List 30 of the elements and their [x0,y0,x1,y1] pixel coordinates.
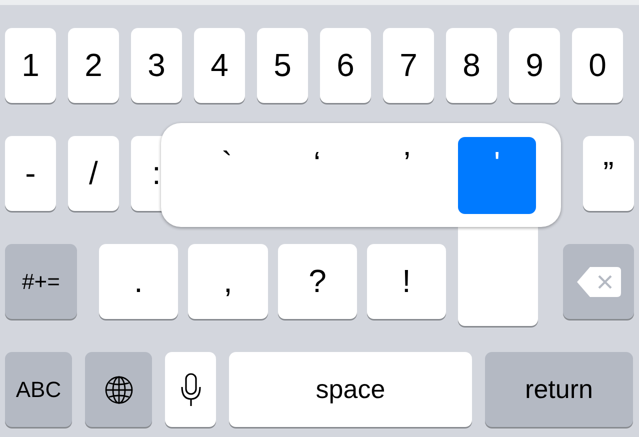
key[interactable]: ! [367,244,446,319]
popup-option[interactable]: ' [458,136,536,214]
key[interactable]: 5 [257,28,308,103]
popup-option[interactable]: ‘ [278,136,356,214]
globe-key[interactable] [85,352,152,427]
popup-option[interactable]: ’ [368,136,446,214]
key[interactable]: 1 [5,28,56,103]
abc-key[interactable]: ABC [5,352,72,427]
key[interactable]: 6 [320,28,371,103]
symbols-key[interactable]: #+= [5,244,77,319]
globe-icon [104,374,134,404]
key[interactable]: 0 [572,28,623,103]
popup-option[interactable]: ` [188,136,266,214]
key[interactable]: . [99,244,178,319]
key[interactable]: 8 [446,28,497,103]
key[interactable]: ” [583,136,634,211]
key[interactable]: 3 [131,28,182,103]
key[interactable]: / [68,136,119,211]
dictation-key[interactable] [165,352,216,427]
key[interactable]: 4 [194,28,245,103]
microphone-icon [180,372,202,408]
key[interactable]: , [188,244,268,319]
key[interactable]: 2 [68,28,119,103]
key[interactable]: 7 [383,28,434,103]
backspace-icon [576,266,622,298]
key[interactable]: - [5,136,56,211]
key[interactable]: 9 [509,28,560,103]
return-key[interactable]: return [485,352,633,427]
space-key[interactable]: space [229,352,472,427]
key[interactable]: ? [278,244,357,319]
